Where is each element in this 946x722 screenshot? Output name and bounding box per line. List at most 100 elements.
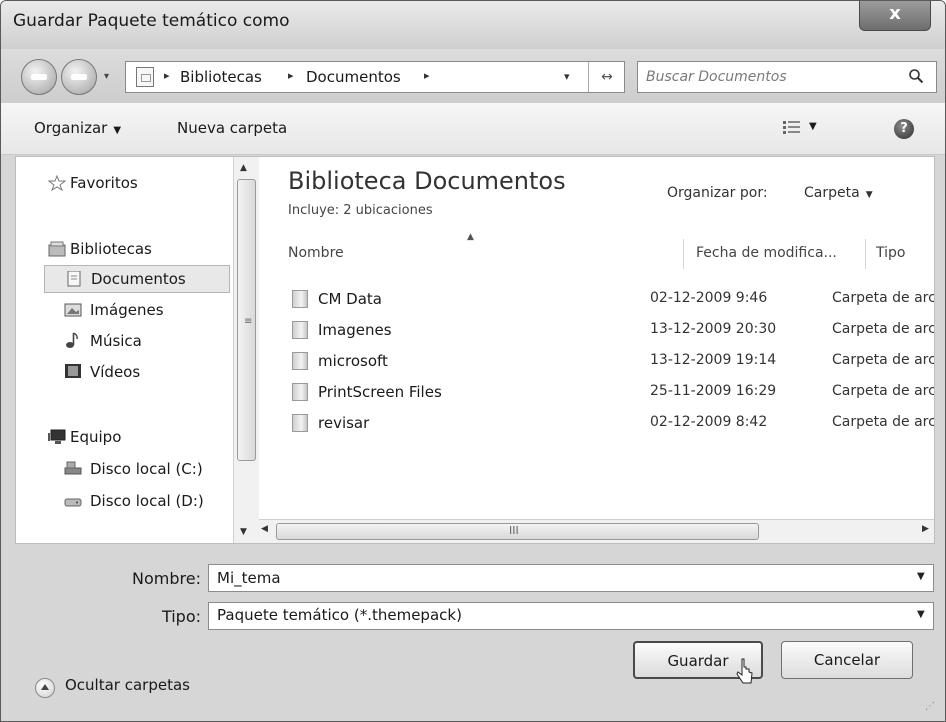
nav-label: Vídeos bbox=[90, 363, 141, 381]
folder-icon bbox=[292, 290, 308, 308]
file-type: Carpeta de archivos bbox=[832, 383, 934, 399]
file-date: 02-12-2009 9:46 bbox=[650, 290, 768, 306]
filename-input[interactable] bbox=[217, 568, 897, 588]
column-header-type[interactable]: Tipo bbox=[876, 245, 905, 261]
search-icon[interactable] bbox=[908, 68, 924, 84]
hide-folders-button[interactable]: Ocultar carpetas bbox=[65, 676, 190, 694]
title-bar: Guardar Paquete temático como x bbox=[1, 1, 945, 49]
navigation-pane: Favoritos Bibliotecas Documentos Imágene… bbox=[16, 157, 259, 543]
file-name: CM Data bbox=[318, 290, 382, 308]
nav-item-videos[interactable]: Vídeos bbox=[44, 360, 224, 384]
search-box bbox=[637, 61, 937, 93]
filename-combobox: ▼ bbox=[208, 564, 934, 592]
scroll-left-arrow[interactable]: ◀ bbox=[261, 524, 268, 534]
nav-label: Bibliotecas bbox=[70, 240, 152, 258]
file-row[interactable]: microsoft 13-12-2009 19:14 Carpeta de ar… bbox=[288, 348, 934, 376]
nav-label: Documentos bbox=[91, 270, 186, 288]
column-divider[interactable] bbox=[865, 239, 866, 269]
scroll-right-arrow[interactable]: ▶ bbox=[922, 524, 929, 534]
column-header-name[interactable]: Nombre bbox=[288, 245, 344, 261]
address-dropdown[interactable]: ▾ bbox=[564, 70, 570, 83]
file-row[interactable]: Imagenes 13-12-2009 20:30 Carpeta de arc… bbox=[288, 317, 934, 345]
nav-item-disk-d[interactable]: Disco local (D:) bbox=[44, 489, 230, 513]
filetype-select[interactable]: Paquete temático (*.themepack) ▼ bbox=[208, 602, 934, 630]
horizontal-scrollbar[interactable]: ◀ III ▶ bbox=[259, 519, 934, 543]
close-button[interactable]: x bbox=[859, 1, 931, 31]
browser-content: Favoritos Bibliotecas Documentos Imágene… bbox=[15, 156, 935, 544]
sort-ascending-icon: ▲ bbox=[467, 232, 474, 242]
breadcrumb-separator[interactable]: ▸ bbox=[288, 69, 294, 82]
nav-label: Equipo bbox=[70, 428, 122, 446]
picture-icon bbox=[64, 303, 82, 317]
folder-icon bbox=[292, 383, 308, 401]
hard-drive-icon bbox=[64, 461, 82, 475]
view-options-chevron-icon[interactable]: ▼ bbox=[809, 121, 817, 132]
file-row[interactable]: PrintScreen Files 25-11-2009 16:29 Carpe… bbox=[288, 379, 934, 407]
nav-item-libraries[interactable]: Bibliotecas bbox=[44, 237, 224, 261]
nav-item-favorites[interactable]: Favoritos bbox=[44, 171, 224, 195]
nav-item-computer[interactable]: Equipo bbox=[44, 425, 224, 449]
nav-item-music[interactable]: Música bbox=[44, 329, 224, 353]
scrollbar-grip-icon: ≡ bbox=[244, 316, 253, 327]
scrollbar-thumb[interactable]: III bbox=[276, 523, 759, 540]
command-bar: Organizar ▼ Nueva carpeta ▼ ? bbox=[1, 103, 945, 155]
address-row: ▾ ▸ Bibliotecas ▸ Documentos ▸ ▾ ↔ bbox=[1, 49, 945, 103]
filetype-label: Tipo: bbox=[161, 607, 201, 626]
library-icon bbox=[48, 241, 66, 257]
file-date: 13-12-2009 20:30 bbox=[650, 321, 777, 337]
file-row[interactable]: CM Data 02-12-2009 9:46 Carpeta de archi… bbox=[288, 286, 934, 314]
file-name: Imagenes bbox=[318, 321, 392, 339]
file-date: 25-11-2009 16:29 bbox=[650, 383, 777, 399]
nav-item-disk-c[interactable]: Disco local (C:) bbox=[44, 457, 230, 481]
breadcrumb-separator[interactable]: ▸ bbox=[164, 69, 170, 82]
file-row[interactable]: revisar 02-12-2009 8:42 Carpeta de archi… bbox=[288, 410, 934, 438]
file-type: Carpeta de archivos bbox=[832, 290, 934, 306]
folder-icon bbox=[292, 321, 308, 339]
breadcrumb-separator[interactable]: ▸ bbox=[424, 69, 430, 82]
scrollbar-thumb[interactable]: ≡ bbox=[237, 179, 256, 461]
filetype-value: Paquete temático (*.themepack) bbox=[217, 606, 462, 624]
back-button[interactable] bbox=[21, 59, 57, 95]
organize-menu[interactable]: Organizar ▼ bbox=[34, 119, 121, 137]
nav-label: Imágenes bbox=[90, 301, 164, 319]
cancel-button[interactable]: Cancelar bbox=[781, 641, 913, 679]
file-name: PrintScreen Files bbox=[318, 383, 442, 401]
forward-button[interactable] bbox=[61, 59, 97, 95]
nav-scrollbar[interactable]: ▲ ≡ ▼ bbox=[233, 157, 259, 543]
folder-icon bbox=[292, 352, 308, 370]
file-type: Carpeta de archivos bbox=[832, 352, 934, 368]
library-title: Biblioteca Documentos bbox=[288, 167, 566, 195]
chevron-down-icon: ▼ bbox=[113, 125, 122, 136]
arrange-by-dropdown[interactable]: Carpeta ▼ bbox=[804, 185, 873, 201]
scrollbar-grip-icon: III bbox=[509, 524, 519, 537]
nav-label: Disco local (C:) bbox=[90, 460, 203, 478]
recent-locations-dropdown[interactable]: ▾ bbox=[104, 71, 109, 82]
view-options-icon[interactable] bbox=[783, 121, 801, 135]
nav-item-images[interactable]: Imágenes bbox=[44, 298, 224, 322]
file-type: Carpeta de archivos bbox=[832, 321, 934, 337]
arrange-by-value: Carpeta bbox=[804, 185, 860, 201]
help-icon[interactable]: ? bbox=[894, 119, 914, 139]
refresh-button[interactable]: ↔ bbox=[588, 62, 625, 92]
resize-grip-icon[interactable]: ⋰ bbox=[925, 701, 935, 712]
hard-drive-icon bbox=[64, 498, 82, 507]
filetype-dropdown-arrow[interactable]: ▼ bbox=[917, 609, 925, 620]
library-locations-link[interactable]: Incluye: 2 ubicaciones bbox=[288, 203, 433, 218]
column-header-date[interactable]: Fecha de modifica... bbox=[696, 245, 837, 261]
filename-label: Nombre: bbox=[132, 569, 201, 588]
scroll-down-arrow[interactable]: ▼ bbox=[240, 527, 247, 537]
breadcrumb-documentos[interactable]: Documentos bbox=[306, 68, 401, 86]
breadcrumb-bibliotecas[interactable]: Bibliotecas bbox=[180, 68, 262, 86]
mouse-cursor-icon bbox=[736, 658, 753, 684]
nav-item-documents[interactable]: Documentos bbox=[44, 265, 230, 293]
filename-dropdown-arrow[interactable]: ▼ bbox=[917, 571, 925, 582]
scroll-up-arrow[interactable]: ▲ bbox=[240, 163, 247, 173]
file-type: Carpeta de archivos bbox=[832, 414, 934, 430]
address-bar[interactable]: ▸ Bibliotecas ▸ Documentos ▸ ▾ ↔ bbox=[125, 61, 625, 93]
search-input[interactable] bbox=[646, 66, 896, 88]
new-folder-button[interactable]: Nueva carpeta bbox=[177, 119, 287, 137]
library-icon bbox=[136, 67, 154, 87]
column-divider[interactable] bbox=[683, 239, 684, 269]
collapse-icon[interactable] bbox=[35, 678, 55, 698]
star-icon bbox=[48, 175, 66, 191]
